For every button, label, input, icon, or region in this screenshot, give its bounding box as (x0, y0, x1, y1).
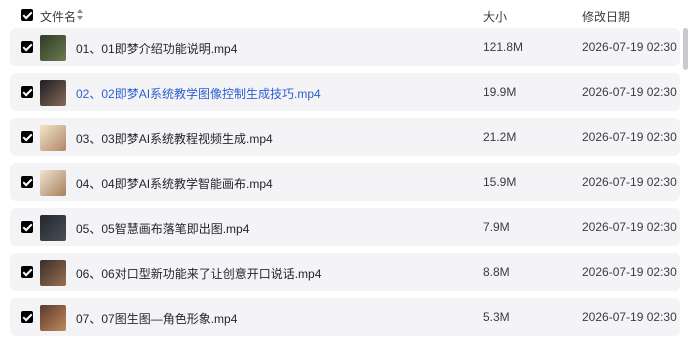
file-size: 7.9M (483, 220, 510, 234)
file-size: 21.2M (483, 130, 517, 144)
video-thumbnail (40, 215, 66, 241)
file-size: 19.9M (483, 85, 517, 99)
file-row[interactable]: 01、01即梦介绍功能说明.mp4 121.8M 2026-07-19 02:30 (10, 28, 680, 66)
file-name[interactable]: 05、05智慧画布落笔即出图.mp4 (76, 220, 249, 237)
vertical-scrollbar[interactable] (683, 28, 688, 70)
file-checkbox[interactable] (21, 311, 33, 323)
file-modified-date: 2026-07-19 02:30 (582, 40, 677, 54)
file-modified-date: 2026-07-19 02:30 (582, 175, 677, 189)
file-size: 121.8M (483, 40, 524, 54)
file-modified-date: 2026-07-19 02:30 (582, 85, 677, 99)
file-checkbox[interactable] (21, 41, 33, 53)
file-checkbox[interactable] (21, 266, 33, 278)
file-size: 5.3M (483, 310, 510, 324)
video-thumbnail (40, 125, 66, 151)
file-checkbox[interactable] (21, 86, 33, 98)
file-row[interactable]: 07、07图生图—角色形象.mp4 5.3M 2026-07-19 02:30 (10, 298, 680, 336)
size-column-header[interactable]: 大小 (483, 8, 507, 25)
sort-up-down-icon[interactable] (77, 9, 83, 20)
file-checkbox[interactable] (21, 176, 33, 188)
video-thumbnail (40, 305, 66, 331)
file-size: 8.8M (483, 265, 510, 279)
file-name[interactable]: 06、06对口型新功能来了让创意开口说话.mp4 (76, 265, 321, 282)
file-name[interactable]: 07、07图生图—角色形象.mp4 (76, 310, 237, 327)
file-name[interactable]: 01、01即梦介绍功能说明.mp4 (76, 40, 237, 57)
video-thumbnail (40, 80, 66, 106)
file-name[interactable]: 03、03即梦AI系统教程视频生成.mp4 (76, 130, 273, 147)
file-row[interactable]: 03、03即梦AI系统教程视频生成.mp4 21.2M 2026-07-19 02:… (10, 118, 680, 156)
file-modified-date: 2026-07-19 02:30 (582, 265, 677, 279)
file-size: 15.9M (483, 175, 517, 189)
file-row[interactable]: 05、05智慧画布落笔即出图.mp4 7.9M 2026-07-19 02:30 (10, 208, 680, 246)
video-thumbnail (40, 260, 66, 286)
file-checkbox[interactable] (21, 221, 33, 233)
file-row[interactable]: 02、02即梦AI系统教学图像控制生成技巧.mp4 19.9M 2026-07-19… (10, 73, 680, 111)
select-all-checkbox[interactable] (21, 9, 33, 21)
file-row[interactable]: 04、04即梦AI系统教学智能画布.mp4 15.9M 2026-07-19 02:… (10, 163, 680, 201)
video-thumbnail (40, 35, 66, 61)
file-checkbox[interactable] (21, 131, 33, 143)
name-column-header[interactable]: 文件名 (40, 8, 76, 25)
file-row[interactable]: 06、06对口型新功能来了让创意开口说话.mp4 8.8M 2026-07-19 0… (10, 253, 680, 291)
video-thumbnail (40, 170, 66, 196)
file-list-header: 文件名 大小 修改日期 (0, 0, 680, 30)
file-modified-date: 2026-07-19 02:30 (582, 310, 677, 324)
file-modified-date: 2026-07-19 02:30 (582, 130, 677, 144)
file-name[interactable]: 04、04即梦AI系统教学智能画布.mp4 (76, 175, 273, 192)
date-column-header[interactable]: 修改日期 (582, 8, 630, 25)
file-name[interactable]: 02、02即梦AI系统教学图像控制生成技巧.mp4 (76, 85, 321, 102)
file-modified-date: 2026-07-19 02:30 (582, 220, 677, 234)
